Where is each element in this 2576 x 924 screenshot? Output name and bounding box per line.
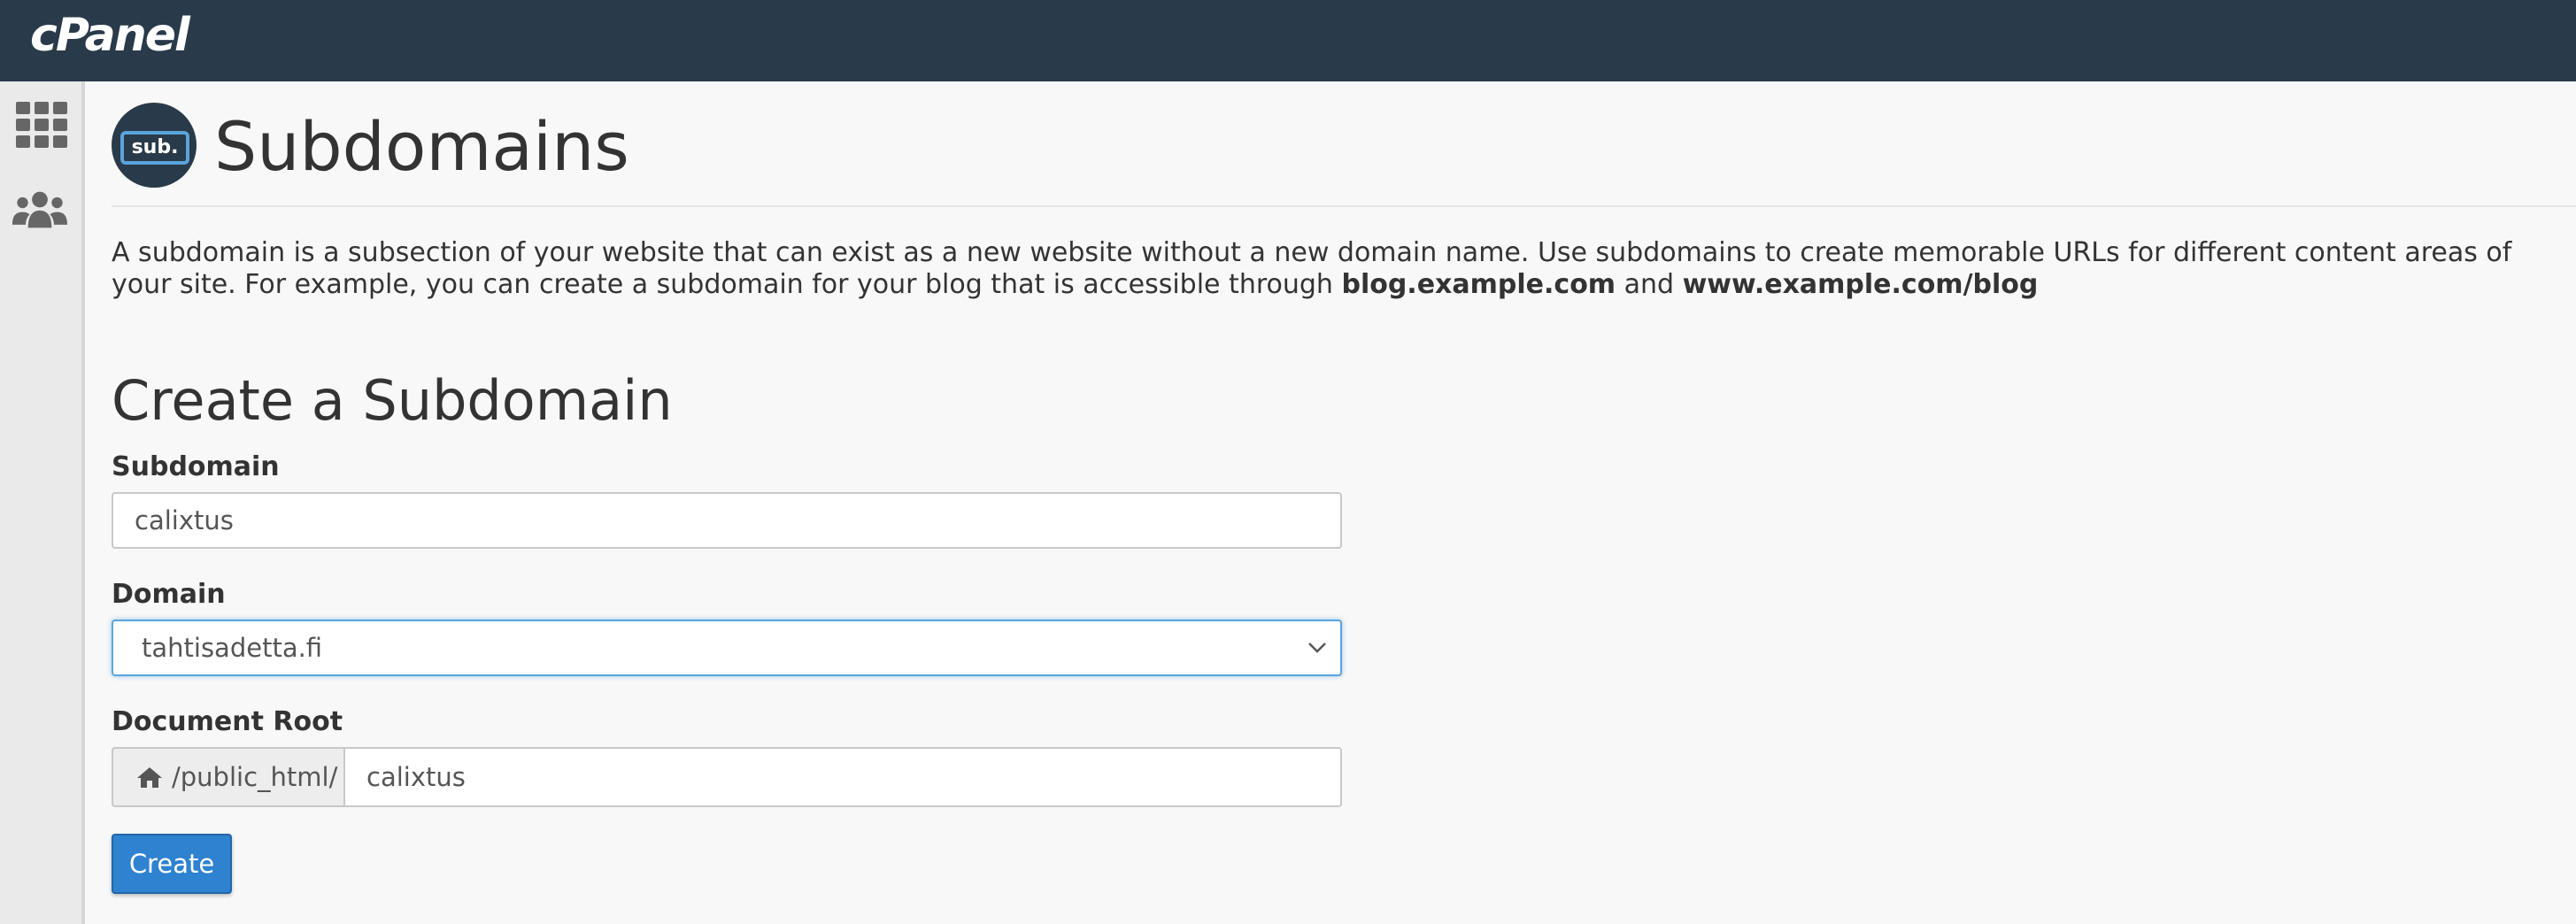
subdomain-input[interactable] (112, 492, 1342, 549)
example-path: www.example.com/blog (1682, 269, 2039, 300)
document-root-label: Document Root (112, 706, 343, 737)
top-navbar: cPanel (0, 0, 2576, 81)
domain-label: Domain (112, 579, 226, 610)
page-header: sub. Subdomains (112, 103, 2576, 207)
subdomains-app-icon: sub. (112, 103, 197, 188)
page-description: A subdomain is a subsection of your webs… (112, 237, 2576, 301)
document-root-input[interactable] (343, 747, 1342, 807)
description-connector: and (1616, 269, 1683, 300)
grid-icon[interactable] (14, 97, 69, 152)
document-root-prefix: /public_html/ (112, 747, 343, 807)
section-title: Create a Subdomain (112, 368, 673, 433)
home-icon (136, 766, 163, 789)
description-text: A subdomain is a subsection of your webs… (112, 237, 2512, 300)
sidebar (0, 81, 85, 924)
document-root-group: /public_html/ (112, 747, 1342, 807)
sub-badge-label: sub. (120, 131, 189, 165)
example-subdomain: blog.example.com (1341, 269, 1616, 300)
users-icon[interactable] (12, 182, 67, 237)
domain-select[interactable]: tahtisadetta.fi (112, 620, 1342, 676)
create-button[interactable]: Create (112, 834, 232, 894)
domain-select-wrapper: tahtisadetta.fi (112, 620, 1342, 676)
document-root-prefix-text: /public_html/ (172, 762, 338, 792)
page-title: Subdomains (214, 107, 629, 186)
subdomain-label: Subdomain (112, 451, 280, 482)
cpanel-logo[interactable]: cPanel (30, 9, 190, 62)
